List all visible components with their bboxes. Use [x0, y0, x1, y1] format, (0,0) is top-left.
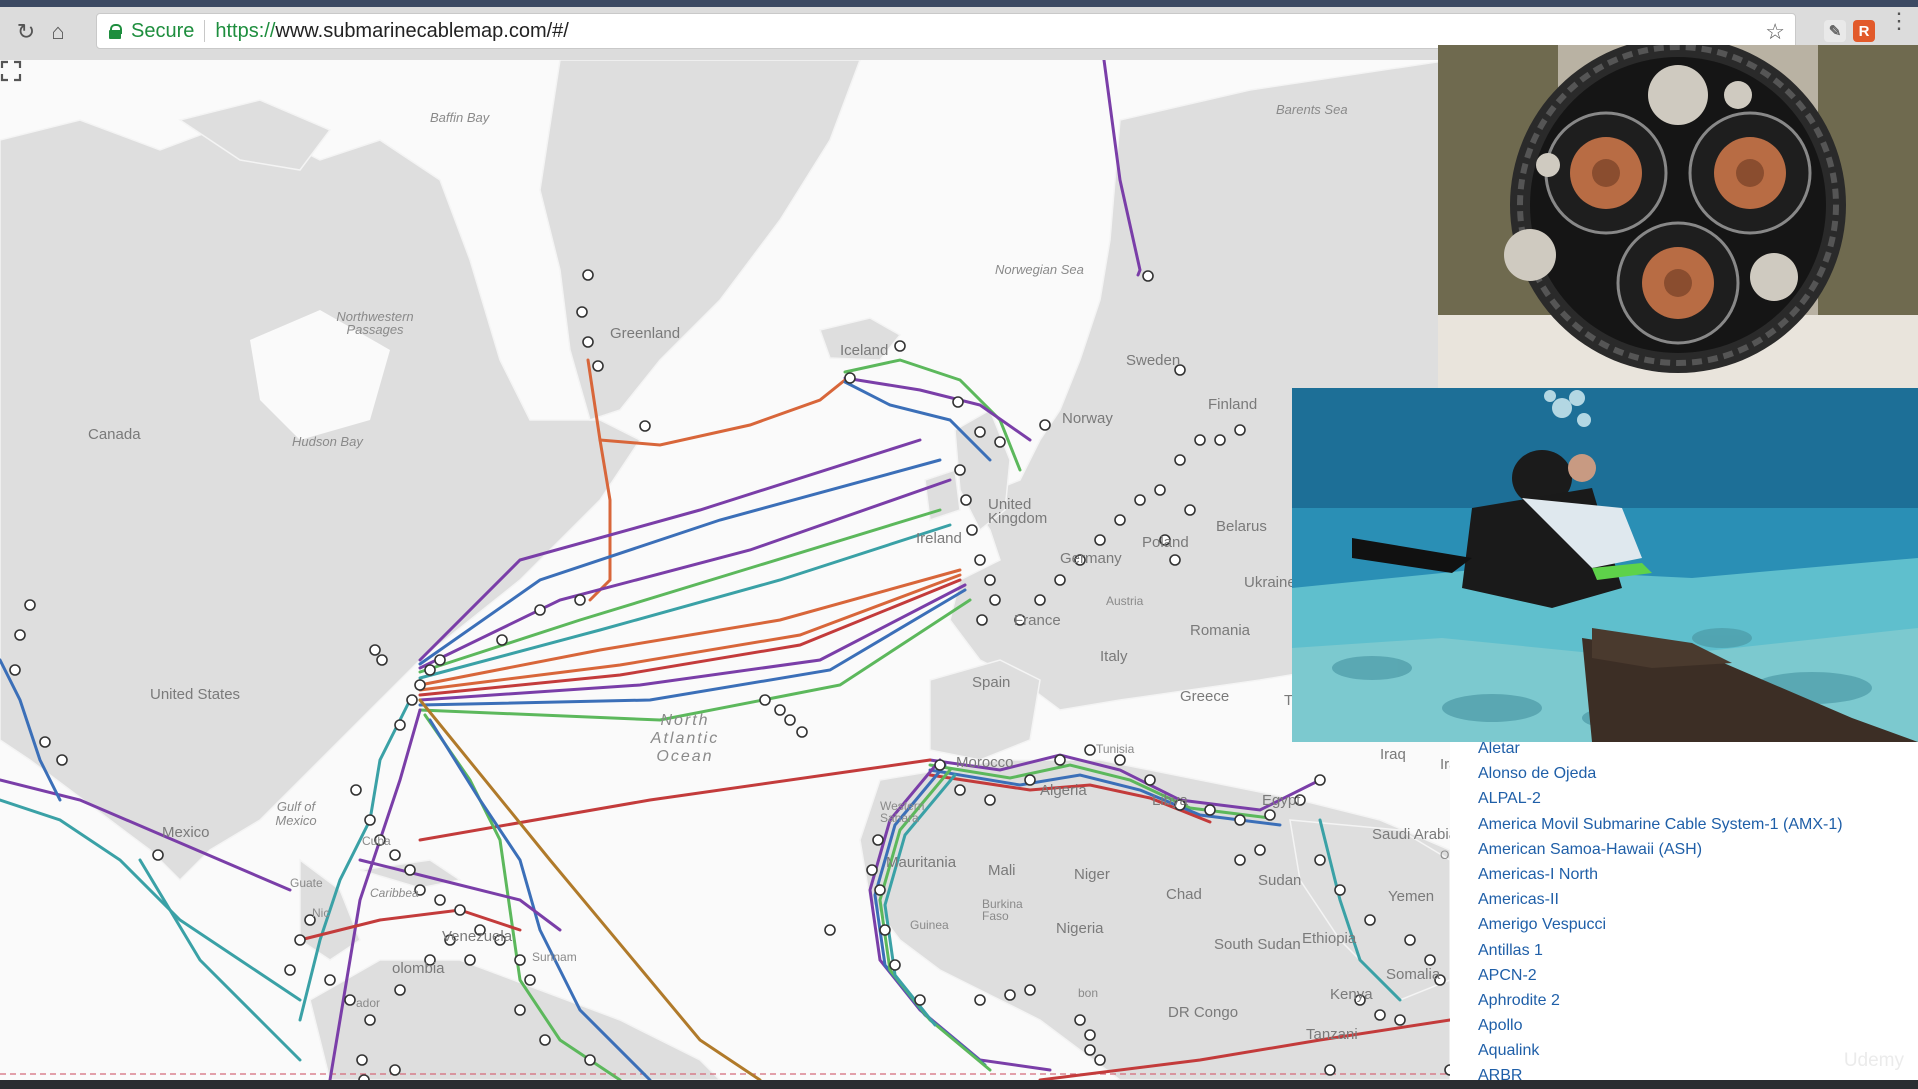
map-label-canada: Canada	[88, 426, 141, 443]
map-label-burkina-faso: Burkina Faso	[982, 897, 1023, 923]
window-frame-strip	[0, 0, 1918, 7]
map-label-tunisia: Tunisia	[1096, 742, 1135, 756]
map-label-saudi-arabia: Saudi Arabia	[1372, 826, 1450, 843]
submarine-cable-map[interactable]: Baffin Bay Barents Sea Norwegian Sea Nor…	[0, 60, 1450, 1080]
reload-icon[interactable]: ↻	[12, 18, 40, 46]
map-label-kenya: Kenya	[1330, 986, 1373, 1003]
map-label-greenland: Greenland	[610, 325, 681, 342]
map-label-iraq: Iraq	[1380, 746, 1406, 763]
bookmark-star-icon[interactable]: ☆	[1765, 19, 1785, 45]
browser-menu-icon[interactable]: ⋮	[1888, 10, 1910, 32]
extension-r-icon[interactable]: R	[1853, 20, 1875, 42]
map-label-mauritania: Mauritania	[886, 854, 957, 871]
map-label-colombia: olombia	[392, 960, 445, 977]
map-label-barents-sea: Barents Sea	[1276, 102, 1348, 117]
map-label-iceland: Iceland	[840, 342, 889, 359]
lock-icon	[109, 24, 122, 39]
omnibox-separator	[204, 20, 206, 42]
map-label-western-sahara: Western Sahara	[880, 799, 925, 825]
map-label-northwestern-passages: Northwestern Passages	[336, 309, 414, 337]
map-label-algeria: Algeria	[1040, 782, 1087, 799]
map-label-ireland: Ireland	[916, 530, 962, 547]
cable-list: Aletar Alonso de Ojeda ALPAL-2 America M…	[1478, 736, 1843, 1089]
secure-label: Secure	[131, 19, 195, 42]
diver-image	[1292, 388, 1918, 742]
map-label-tanzania: Tanzani	[1306, 1026, 1358, 1043]
cable-link[interactable]: Antillas 1	[1478, 938, 1843, 963]
map-label-libya: Libya	[1152, 792, 1188, 809]
map-label-greece: Greece	[1180, 688, 1230, 705]
map-label-germany: Germany	[1060, 550, 1122, 567]
map-label-sweden: Sweden	[1126, 352, 1181, 369]
map-label-suriname: Surinam	[532, 950, 577, 964]
home-icon[interactable]: ⌂	[44, 18, 72, 46]
map-label-mexico: Mexico	[162, 824, 210, 841]
map-label-north-atlantic-ocean: North Atlantic Ocean	[650, 712, 720, 765]
map-label-dr-congo: DR Congo	[1168, 1004, 1239, 1021]
map-label-gulf-of-mexico: Gulf of Mexico	[275, 799, 317, 828]
map-label-poland: Poland	[1142, 534, 1189, 551]
map-label-gabon: bon	[1078, 986, 1099, 1000]
map-label-oman: Oman	[1440, 848, 1450, 862]
cable-link[interactable]: Aphrodite 2	[1478, 988, 1843, 1013]
cable-link[interactable]: APCN-2	[1478, 963, 1843, 988]
bottom-frame	[0, 1080, 1918, 1085]
map-label-sudan: Sudan	[1258, 872, 1302, 889]
extension-pencil-icon[interactable]: ✎	[1824, 20, 1846, 42]
map-label-yemen: Yemen	[1388, 888, 1435, 905]
map-label-italy: Italy	[1100, 648, 1128, 665]
address-bar[interactable]: Secure https:// www.submarinecablemap.co…	[96, 13, 1796, 49]
map-label-chad: Chad	[1166, 886, 1202, 903]
map-canvas[interactable]	[0, 60, 1450, 1080]
map-label-united-states: United States	[150, 686, 241, 703]
map-label-ecuador: ador	[356, 996, 381, 1010]
cable-link[interactable]: Americas-II	[1478, 887, 1843, 912]
map-label-norway: Norway	[1062, 410, 1113, 427]
map-label-somalia: Somalia	[1386, 966, 1441, 983]
map-label-united-kingdom: United Kingdom	[988, 496, 1048, 527]
map-label-nigeria: Nigeria	[1056, 920, 1104, 937]
fullscreen-icon[interactable]	[0, 60, 22, 82]
map-label-caribbean: Caribbea	[370, 886, 419, 900]
map-label-ethiopia: Ethiopia	[1302, 930, 1357, 947]
map-label-baffin-bay: Baffin Bay	[430, 110, 490, 125]
map-label-mali: Mali	[988, 862, 1016, 879]
map-label-niger: Niger	[1074, 866, 1110, 883]
udemy-watermark: Udemy	[1843, 1050, 1904, 1071]
map-label-romania: Romania	[1190, 622, 1251, 639]
cable-link[interactable]: Amerigo Vespucci	[1478, 912, 1843, 937]
cable-link[interactable]: Apollo	[1478, 1013, 1843, 1038]
cable-link[interactable]: Aqualink	[1478, 1038, 1843, 1063]
cable-link[interactable]: America Movil Submarine Cable System-1 (…	[1478, 812, 1843, 837]
map-label-nicaragua: Nic	[312, 906, 330, 920]
map-label-south-sudan: South Sudan	[1214, 936, 1301, 953]
map-label-spain: Spain	[972, 674, 1011, 691]
cable-link[interactable]: ALPAL-2	[1478, 786, 1843, 811]
map-label-finland: Finland	[1208, 396, 1258, 413]
map-label-egypt: Egypt	[1262, 792, 1301, 809]
map-label-ukraine: Ukraine	[1244, 574, 1296, 591]
map-label-cuba: Cuba	[362, 834, 391, 848]
map-label-guinea: Guinea	[910, 918, 949, 932]
url-scheme: https://	[215, 19, 276, 42]
map-label-austria: Austria	[1106, 594, 1144, 608]
cable-link[interactable]: Alonso de Ojeda	[1478, 761, 1843, 786]
url-text: www.submarinecablemap.com/#/	[275, 19, 569, 42]
map-label-morocco: Morocco	[956, 754, 1014, 771]
map-label-guatemala: Guate	[290, 876, 323, 890]
map-label-venezuela: Venezuela	[442, 928, 513, 945]
map-label-belarus: Belarus	[1216, 518, 1267, 535]
map-label-france: France	[1014, 612, 1061, 629]
cable-cross-section-photo	[1438, 45, 1918, 388]
diver-underwater-photo	[1292, 388, 1918, 742]
map-label-hudson-bay: Hudson Bay	[292, 434, 363, 449]
land-layer	[0, 60, 1450, 1080]
map-label-norwegian-sea: Norwegian Sea	[995, 262, 1084, 277]
cable-link[interactable]: Americas-I North	[1478, 862, 1843, 887]
cable-link[interactable]: American Samoa-Hawaii (ASH)	[1478, 837, 1843, 862]
cable-cross-section-image	[1438, 45, 1918, 388]
map-label-iran: Iran	[1440, 756, 1450, 773]
